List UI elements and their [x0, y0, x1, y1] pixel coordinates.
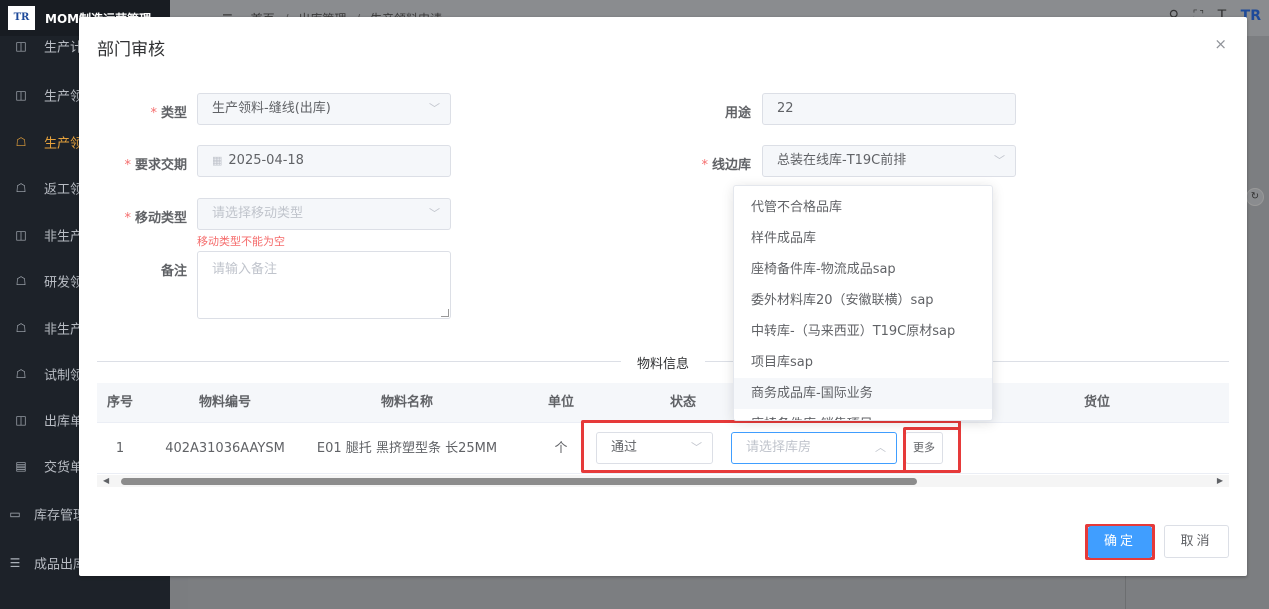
table-row: 1 402A31036AAYSM E01 腿托 黑挤塑型条 长25MM 个 通过… — [97, 423, 1229, 474]
chevron-down-icon: ﹀ — [994, 154, 1005, 167]
warehouse-select[interactable]: 请选择库房 ︿ — [731, 432, 897, 464]
chat-icon: ☖ — [15, 274, 27, 288]
sidebar-item-label: 研发领 — [44, 275, 84, 291]
purpose-input[interactable]: 22 — [762, 93, 1016, 125]
calendar-icon: ▦ — [212, 154, 223, 167]
col-index: 序号 — [106, 395, 133, 410]
sidebar-item-label: 非生产 — [44, 322, 84, 338]
scroll-thumb[interactable] — [121, 478, 917, 485]
type-select[interactable]: 生产领料-缝线(出库) ﹀ — [197, 93, 451, 125]
remark-textarea[interactable]: 请输入备注 — [197, 251, 451, 319]
dropdown-option[interactable]: 样件成品库 — [734, 223, 992, 254]
book-icon: ◫ — [15, 39, 27, 53]
dialog-title: 部门审核 — [97, 40, 165, 60]
monitor-icon: ▭ — [9, 507, 21, 521]
sidebar-item-label: 生产领 — [44, 89, 84, 105]
move-type-select[interactable]: 请选择移动类型 ﹀ — [197, 198, 451, 230]
chat-icon: ☖ — [15, 135, 27, 149]
sidebar-item-label: 试制领 — [44, 368, 84, 384]
purpose-label: 用途 — [724, 106, 751, 121]
chevron-down-icon: ﹀ — [429, 102, 440, 115]
line-warehouse-label: * 线边库 — [701, 158, 751, 173]
material-info-heading: 物料信息 — [621, 353, 706, 372]
chevron-down-icon: ﹀ — [691, 441, 702, 454]
audit-dialog: 部门审核 × * 类型 生产领料-缝线(出库) ﹀ 用途 22 * 要求交期 ▦ 20… — [79, 17, 1247, 576]
col-code: 物料编号 — [198, 395, 251, 410]
type-label: * 类型 — [150, 106, 187, 121]
sidebar-item-label: 返工领 — [44, 182, 84, 198]
sidebar-item-label: 出库单 — [44, 414, 84, 430]
due-date-picker[interactable]: ▦ 2025-04-18 — [197, 145, 451, 177]
sidebar-item-label: 生产计 — [44, 40, 84, 56]
book-icon: ◫ — [15, 228, 27, 242]
chevron-up-icon: ︿ — [875, 441, 886, 454]
list-icon: ☰ — [9, 556, 21, 570]
cancel-button[interactable]: 取消 — [1164, 525, 1229, 558]
scroll-right-icon[interactable]: ▶ — [1217, 475, 1223, 487]
cell-code: 402A31036AAYSM — [165, 441, 285, 456]
grid-icon: ▤ — [15, 459, 27, 473]
chat-icon: ☖ — [15, 367, 27, 381]
move-type-error: 移动类型不能为空 — [197, 235, 285, 248]
dropdown-option[interactable]: 项目库sap — [734, 347, 992, 378]
col-unit: 单位 — [547, 395, 574, 410]
cell-index: 1 — [115, 441, 125, 456]
sidebar-item-label: 生产领 — [44, 136, 84, 152]
close-icon[interactable]: × — [1214, 35, 1227, 53]
dropdown-option[interactable]: 委外材料库20（安徽联横）sap — [734, 285, 992, 316]
more-button[interactable]: 更多 — [905, 432, 943, 464]
ok-button[interactable]: 确定 — [1088, 526, 1152, 558]
due-date-label: * 要求交期 — [124, 158, 187, 173]
remark-label: 备注 — [160, 264, 187, 279]
sidebar-item-label: 非生产 — [44, 229, 84, 245]
sidebar-item-label: 交货单 — [44, 460, 84, 476]
dropdown-option[interactable]: 代管不合格品库 — [734, 192, 992, 223]
warehouse-dropdown: 代管不合格品库 样件成品库 座椅备件库-物流成品sap 委外材料库20（安徽联横）sa… — [733, 185, 993, 421]
col-location: 货位 — [1083, 395, 1110, 410]
status-select[interactable]: 通过 ﹀ — [596, 432, 713, 464]
chat-icon: ☖ — [15, 181, 27, 195]
table-header: 序号 物料编号 物料名称 单位 状态 货位 — [97, 383, 1229, 423]
col-status: 状态 — [669, 395, 696, 410]
line-warehouse-select[interactable]: 总装在线库-T19C前排 ﹀ — [762, 145, 1016, 177]
dropdown-option[interactable]: 中转库-（马来西亚）T19C原材sap — [734, 316, 992, 347]
col-name: 物料名称 — [380, 395, 433, 410]
scroll-left-icon[interactable]: ◀ — [103, 475, 109, 487]
move-type-label: * 移动类型 — [124, 211, 187, 226]
chevron-down-icon: ﹀ — [429, 207, 440, 220]
book-icon: ◫ — [15, 413, 27, 427]
chat-icon: ☖ — [15, 321, 27, 335]
cell-name: E01 腿托 黑挤塑型条 长25MM — [316, 441, 498, 456]
refresh-icon[interactable]: ↻ — [1246, 188, 1264, 206]
dropdown-option[interactable]: 座椅备件库-物流成品sap — [734, 254, 992, 285]
dropdown-option[interactable]: 商务成品库-国际业务 — [734, 378, 992, 409]
resize-handle-icon[interactable] — [441, 309, 449, 317]
book-icon: ◫ — [15, 88, 27, 102]
dropdown-option[interactable]: 座椅备件库-销售项目sap — [734, 409, 992, 420]
horizontal-scrollbar[interactable]: ◀ ▶ — [97, 475, 1229, 487]
